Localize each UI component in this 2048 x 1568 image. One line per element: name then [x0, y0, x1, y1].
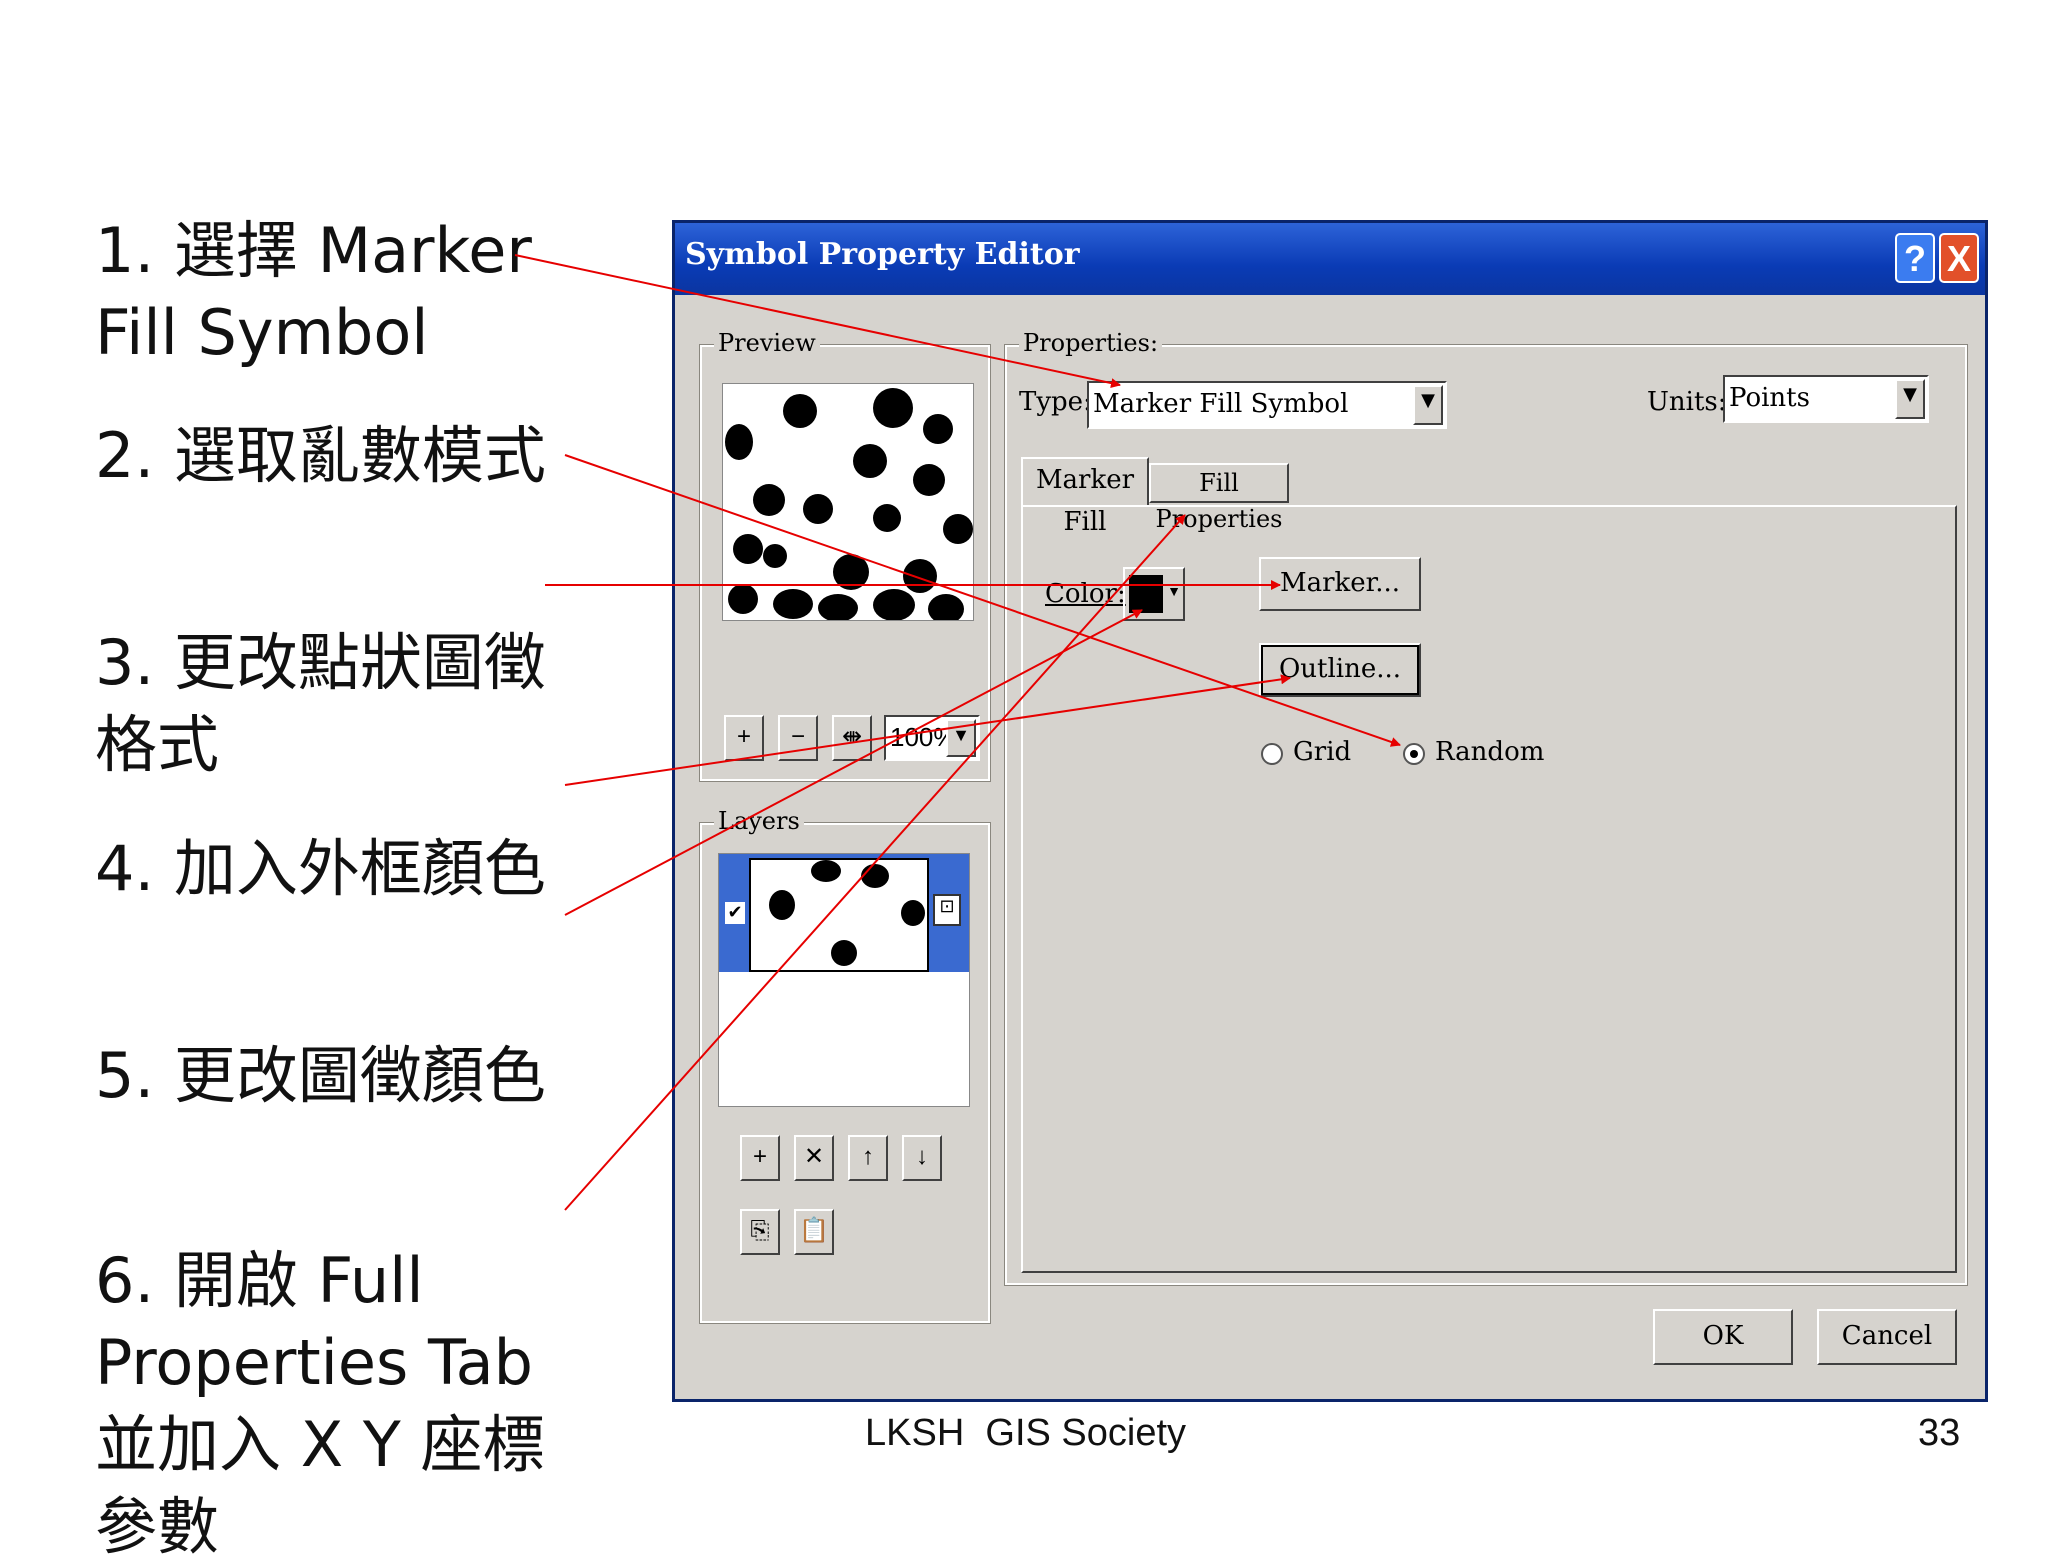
random-radio[interactable]: [1403, 743, 1425, 765]
units-value: Points: [1729, 383, 1810, 413]
step-5-text: 5. 更改圖徵顏色: [95, 1039, 546, 1112]
add-layer-button[interactable]: +: [740, 1135, 780, 1181]
preview-label: Preview: [714, 329, 820, 357]
properties-group: Properties: Type: Marker Fill Symbol ▼ U…: [1004, 329, 1968, 1286]
type-value: Marker Fill Symbol: [1093, 389, 1349, 419]
grid-radio[interactable]: [1261, 743, 1283, 765]
type-label: Type:: [1019, 387, 1092, 417]
step-2-text: 2. 選取亂數模式: [95, 419, 546, 492]
chevron-down-icon: ▼: [1167, 583, 1181, 599]
chevron-down-icon[interactable]: ▼: [1413, 385, 1443, 425]
move-layer-up-button[interactable]: ↑: [848, 1135, 888, 1181]
footer-society: LKSH GIS Society: [865, 1412, 1187, 1454]
units-label: Units:: [1647, 387, 1727, 417]
help-button[interactable]: ?: [1895, 233, 1935, 283]
zoom-out-button[interactable]: −: [778, 715, 818, 761]
color-picker[interactable]: ▼: [1123, 567, 1185, 621]
preview-swatch: [722, 383, 974, 621]
grid-label: Grid: [1293, 737, 1352, 767]
step-3-text: 3. 更改點狀圖徵格式: [95, 626, 546, 781]
step-4-text: 4. 加入外框顏色: [95, 832, 546, 905]
layers-group: Layers ✔ ⊡ + ✕ ↑ ↓ ⎘ 📋: [699, 807, 991, 1324]
tab-panel: Color: ▼ Marker... Outline... Grid Rando…: [1021, 505, 1957, 1273]
zoom-in-button[interactable]: +: [724, 715, 764, 761]
close-button[interactable]: X: [1939, 233, 1979, 283]
chevron-down-icon[interactable]: ▼: [946, 719, 976, 757]
units-combo[interactable]: Points ▼: [1723, 375, 1929, 423]
layer-row[interactable]: ✔ ⊡: [719, 854, 969, 972]
tab-fill-properties[interactable]: Fill Properties: [1149, 463, 1289, 533]
layers-list[interactable]: ✔ ⊡: [718, 853, 970, 1107]
step-1-text: 1. 選擇 Marker Fill Symbol: [95, 214, 532, 369]
color-label: Color:: [1045, 579, 1126, 609]
actual-size-button[interactable]: ⇼: [832, 715, 872, 761]
lock-icon[interactable]: ⊡: [933, 894, 961, 926]
dialog-title: Symbol Property Editor: [685, 237, 1080, 272]
tab-marker-fill[interactable]: Marker Fill: [1021, 457, 1149, 537]
zoom-combo[interactable]: 100% ▼: [884, 715, 980, 761]
delete-layer-button[interactable]: ✕: [794, 1135, 834, 1181]
preview-group: Preview + − ⇼ 100% ▼: [699, 329, 991, 782]
dialog-titlebar: Symbol Property Editor ? X: [675, 223, 1985, 295]
color-swatch: [1129, 575, 1163, 613]
type-combo[interactable]: Marker Fill Symbol ▼: [1087, 381, 1447, 429]
copy-layer-button[interactable]: ⎘: [740, 1209, 780, 1255]
cancel-button[interactable]: Cancel: [1817, 1309, 1957, 1365]
layers-label: Layers: [714, 807, 804, 835]
symbol-property-editor-dialog: Symbol Property Editor ? X Preview + − ⇼…: [672, 220, 1988, 1402]
outline-button[interactable]: Outline...: [1259, 643, 1421, 697]
ok-button[interactable]: OK: [1653, 1309, 1793, 1365]
marker-button[interactable]: Marker...: [1259, 557, 1421, 611]
step-6-text: 6. 開啟 Full Properties Tab 並加入 X Y 座標參數: [95, 1244, 545, 1563]
layer-visibility-checkbox[interactable]: ✔: [725, 902, 745, 924]
move-layer-down-button[interactable]: ↓: [902, 1135, 942, 1181]
random-label: Random: [1435, 737, 1545, 767]
paste-layer-button[interactable]: 📋: [794, 1209, 834, 1255]
layer-thumbnail: [749, 858, 929, 972]
page-number: 33: [1918, 1412, 1961, 1454]
properties-label: Properties:: [1019, 329, 1163, 357]
chevron-down-icon[interactable]: ▼: [1895, 379, 1925, 419]
